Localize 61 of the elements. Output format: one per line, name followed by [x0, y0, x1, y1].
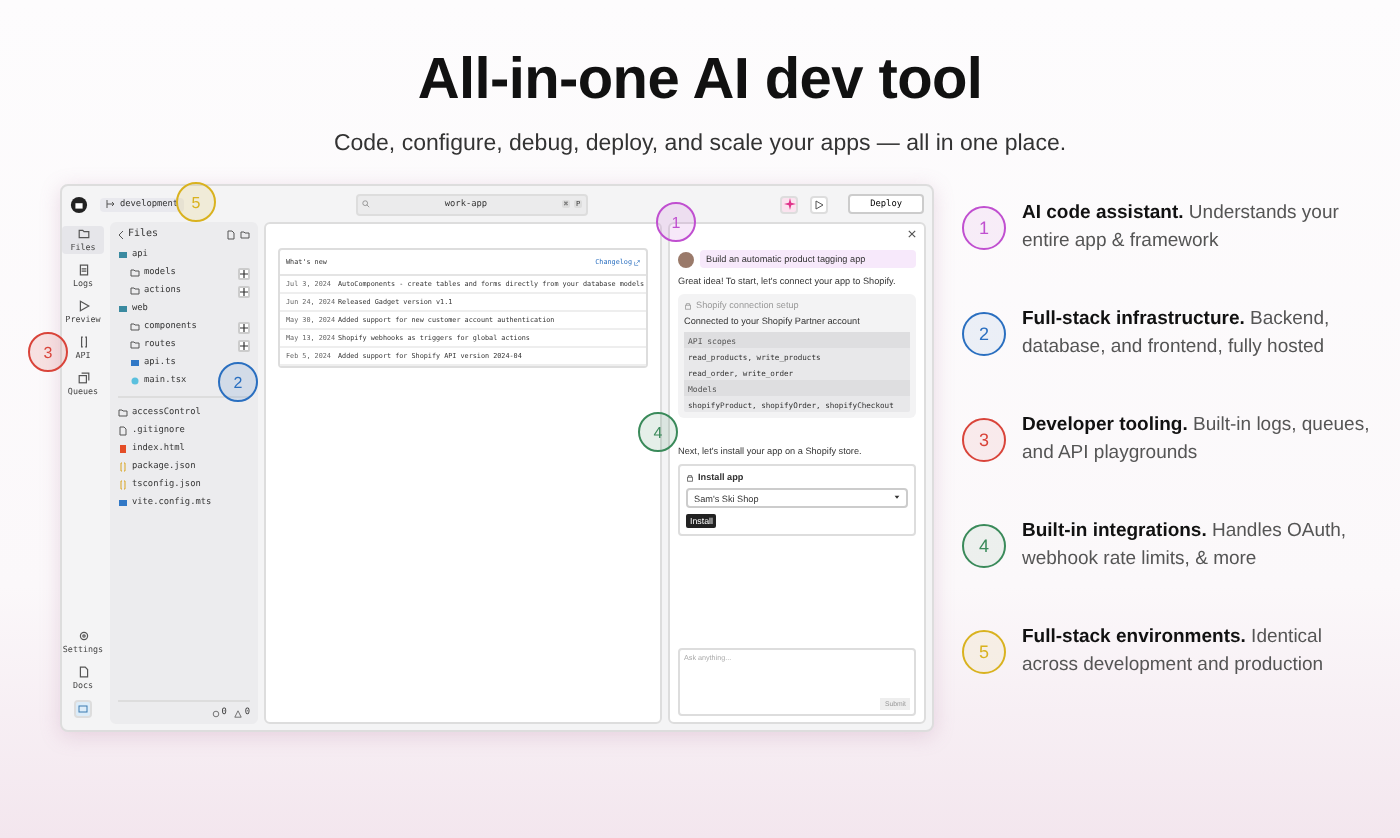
plus-icon: [240, 287, 248, 295]
plus-icon: [240, 269, 248, 277]
external-link-icon: [634, 259, 640, 265]
typescript-icon: [130, 358, 140, 368]
file-icon: [118, 426, 128, 436]
search-icon: [362, 200, 371, 208]
add-button[interactable]: [238, 339, 250, 351]
add-button[interactable]: [238, 321, 250, 333]
react-icon: [130, 376, 140, 386]
stack-icon: [77, 372, 89, 384]
lock-icon: [684, 301, 692, 309]
number-badge: 3: [962, 417, 1006, 461]
feature-description: AI code assistant. Understands your entire app & framework: [1022, 200, 1341, 254]
number-badge: 2: [962, 311, 1006, 355]
new-folder-icon[interactable]: [240, 229, 250, 239]
ai-assistant-button[interactable]: [780, 195, 799, 213]
number-badge: 1: [656, 202, 696, 242]
logo-icon: [70, 195, 88, 213]
gear-icon: [211, 709, 220, 717]
number-badge: 4: [962, 523, 1006, 567]
braces-icon: [77, 336, 89, 348]
html-file-icon: [118, 444, 128, 454]
page-title: All-in-one AI dev tool: [417, 48, 983, 114]
number-badge: 3: [28, 332, 68, 372]
number-badge: 2: [218, 362, 258, 402]
typescript-icon: [118, 498, 128, 508]
braces-icon: [118, 480, 128, 490]
lock-icon: [686, 473, 694, 481]
panel-icon: [78, 704, 88, 714]
close-button[interactable]: [908, 230, 916, 242]
close-icon: [908, 230, 916, 238]
caret-icon: [894, 493, 900, 499]
number-badge: 5: [176, 182, 216, 222]
back-icon[interactable]: [118, 229, 124, 239]
feature-description: Full-stack environments. Identical across development and production: [1022, 624, 1326, 678]
folder-icon: [77, 228, 89, 240]
feature-description: Built-in integrations. Handles OAuth, webhook rate limits, & more: [1022, 518, 1349, 572]
play-icon: [77, 300, 89, 312]
feature-description: Full-stack infrastructure. Backend, database, and frontend, fully hosted: [1022, 306, 1332, 360]
new-file-icon[interactable]: [226, 229, 236, 239]
settings-icon: [77, 630, 89, 642]
avatar: [678, 251, 694, 267]
sparkle-icon: [783, 198, 796, 210]
add-button[interactable]: [238, 267, 250, 279]
braces-icon: [118, 462, 128, 472]
feature-description: Developer tooling. Built-in logs, queues, and API playgrounds: [1022, 412, 1372, 466]
number-badge: 1: [962, 205, 1006, 249]
number-badge: 4: [638, 412, 678, 452]
plus-icon: [240, 341, 248, 349]
play-icon: [814, 199, 825, 209]
plus-icon: [240, 323, 248, 331]
branch-icon: [106, 200, 116, 208]
folder-icon: [118, 408, 128, 418]
number-badge: 5: [962, 629, 1006, 673]
preview-button[interactable]: [810, 195, 829, 213]
document-icon: [77, 264, 89, 276]
page-subtitle: Code, configure, debug, deploy, and scale your apps — all in one place.: [333, 132, 1067, 156]
file-icon: [77, 666, 89, 678]
add-button[interactable]: [238, 285, 250, 297]
warning-icon: [234, 709, 243, 717]
panel-toggle-button[interactable]: [74, 700, 92, 718]
